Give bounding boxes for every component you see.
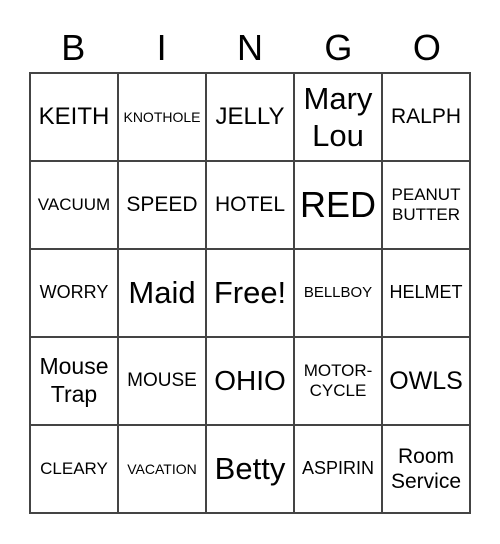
bingo-cell[interactable]: KNOTHOLE [118,73,206,161]
bingo-cell[interactable]: RALPH [382,73,470,161]
bingo-cell[interactable]: MOTOR-​CYCLE [294,337,382,425]
bingo-cell[interactable]: VACUUM [30,161,118,249]
bingo-cell[interactable]: PEANUT BUTTER [382,161,470,249]
bingo-cell[interactable]: Mary Lou [294,73,382,161]
bingo-cell[interactable]: Mouse Trap [30,337,118,425]
bingo-cell[interactable]: SPEED [118,161,206,249]
header-letter-g: G [324,27,353,68]
header-letter-o: O [412,27,441,68]
bingo-header: B I N G O [29,24,471,72]
bingo-cell[interactable]: KEITH [30,73,118,161]
bingo-cell[interactable]: OHIO [206,337,294,425]
bingo-cell[interactable]: Maid [118,249,206,337]
bingo-cell[interactable]: Free! [206,249,294,337]
bingo-cell[interactable]: JELLY [206,73,294,161]
header-letter-b: B [61,27,86,68]
bingo-cell[interactable]: MOUSE [118,337,206,425]
bingo-cell[interactable]: VACATION [118,425,206,513]
bingo-cell[interactable]: ASPIRIN [294,425,382,513]
bingo-grid: KEITH KNOTHOLE JELLY Mary Lou RALPH VACUUM SPE… [29,72,471,514]
bingo-cell[interactable]: OWLS [382,337,470,425]
bingo-cell[interactable]: HELMET [382,249,470,337]
bingo-cell[interactable]: HOTEL [206,161,294,249]
bingo-cell[interactable]: RED [294,161,382,249]
bingo-cell[interactable]: WORRY [30,249,118,337]
bingo-cell[interactable]: BELLBOY [294,249,382,337]
header-letter-n: N [237,27,264,68]
header-letter-i: I [156,27,167,68]
bingo-cell[interactable]: Room Service [382,425,470,513]
bingo-cell[interactable]: Betty [206,425,294,513]
bingo-cell[interactable]: CLEARY [30,425,118,513]
